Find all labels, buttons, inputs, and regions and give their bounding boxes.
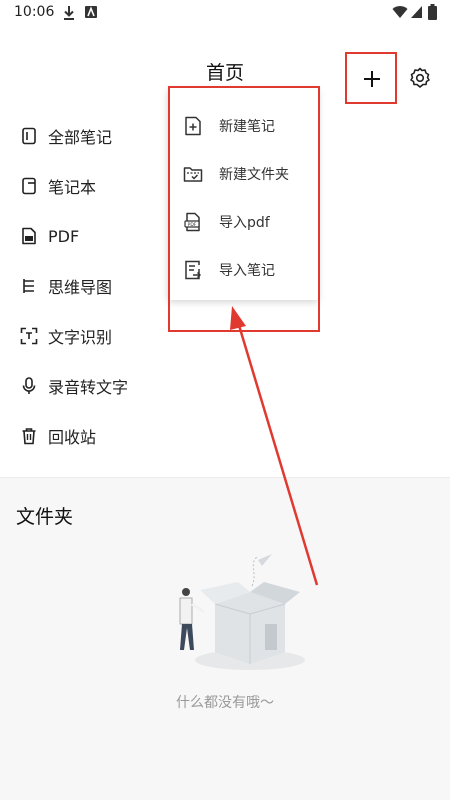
wifi-icon [392, 6, 408, 19]
empty-state-illustration [179, 554, 305, 670]
microphone-icon [20, 377, 38, 395]
sidebar-item-pdf[interactable]: PDF [20, 220, 79, 252]
app-notification-icon [85, 6, 97, 18]
add-button[interactable] [345, 52, 397, 104]
status-time: 10:06 [14, 4, 55, 20]
trash-icon [20, 427, 38, 445]
gear-icon [410, 67, 430, 88]
sidebar-item-recycle-bin[interactable]: 回收站 [20, 420, 96, 452]
status-bar: 10:06 [0, 0, 450, 26]
sidebar-item-label: 回收站 [48, 428, 97, 447]
sidebar-item-notebook[interactable]: 笔记本 [20, 170, 96, 202]
sidebar-item-text-recognition[interactable]: 文字识别 [20, 320, 112, 352]
download-icon [64, 6, 74, 20]
sidebar-item-all-notes[interactable]: 全部笔记 [20, 120, 112, 152]
sidebar-item-voice-to-text[interactable]: 录音转文字 [20, 370, 128, 402]
sidebar-item-label: 笔记本 [48, 178, 97, 197]
pdf-icon [20, 227, 38, 245]
sidebar-item-label: 录音转文字 [48, 378, 129, 397]
notebook-icon [20, 177, 38, 195]
folders-title: 文件夹 [16, 506, 74, 528]
signal-icon [411, 6, 422, 18]
all-notes-icon [20, 127, 38, 145]
sidebar-item-mind-map[interactable]: 思维导图 [20, 270, 112, 302]
sidebar-item-label: 全部笔记 [48, 128, 113, 147]
empty-state-text: 什么都没有哦～ [176, 695, 274, 711]
sidebar-item-label: PDF [48, 226, 80, 246]
plus-icon [364, 71, 380, 87]
text-scan-icon [20, 327, 38, 345]
mind-map-icon [20, 277, 38, 295]
sidebar-item-label: 文字识别 [48, 328, 113, 347]
settings-button[interactable] [408, 66, 432, 90]
sidebar-item-label: 思维导图 [48, 278, 113, 297]
battery-icon [428, 4, 437, 20]
highlight-box [168, 86, 320, 332]
